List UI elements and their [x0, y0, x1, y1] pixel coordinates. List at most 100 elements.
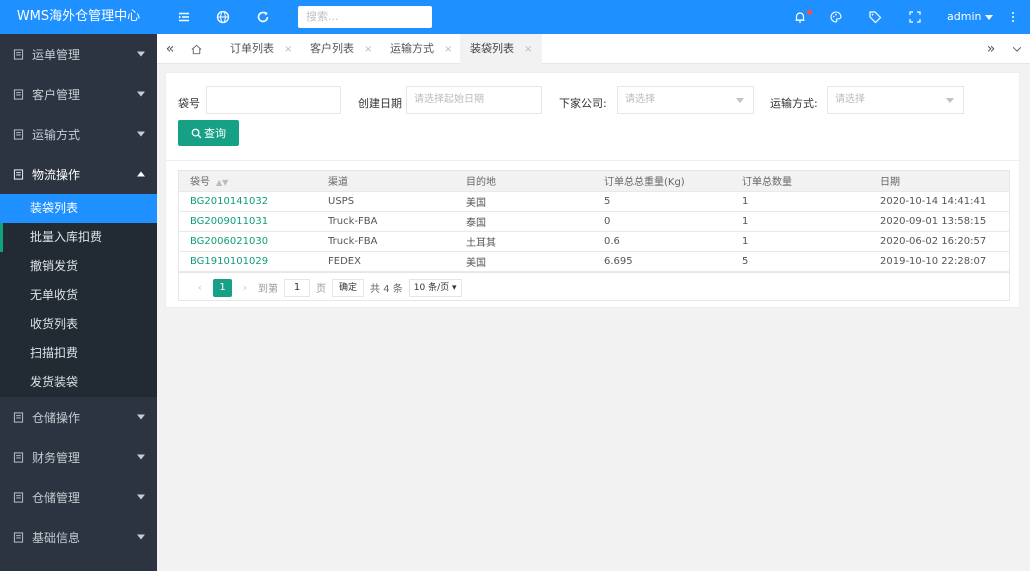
sidebar-group-basic-info[interactable]: 基础信息	[0, 517, 157, 557]
sidebar-item-batch-inbound[interactable]: 批量入库扣费	[0, 223, 157, 252]
user-menu[interactable]: admin	[947, 0, 994, 34]
caret-down-icon	[985, 14, 994, 20]
sidebar-group-label: 物流操作	[32, 167, 81, 182]
sidebar-group-customer[interactable]: 客户管理	[0, 74, 157, 114]
cell-destination: 美国	[455, 251, 593, 272]
tab-order-list[interactable]: 订单列表 ×	[220, 34, 302, 64]
transport-select[interactable]: 请选择	[827, 86, 964, 114]
document-icon	[12, 168, 24, 180]
sidebar-group-logistics[interactable]: 物流操作	[0, 154, 157, 194]
column-header-date: 日期	[869, 171, 1009, 192]
goto-label: 到第	[258, 284, 278, 295]
refresh-icon[interactable]	[254, 8, 272, 26]
sidebar-group-label: 仓储管理	[32, 490, 81, 505]
chevron-up-icon	[137, 171, 145, 177]
tabs-bar: « 订单列表 × 客户列表 × 运输方式 × 装袋列表 × »	[157, 34, 1030, 64]
company-select[interactable]: 请选择	[617, 86, 754, 114]
chevron-down-icon	[137, 534, 145, 540]
cell-channel: Truck-FBA	[317, 231, 455, 252]
tab-label: 客户列表	[310, 42, 354, 55]
created-date-label: 创建日期	[358, 97, 402, 110]
cell-quantity: 1	[731, 191, 869, 212]
next-page-icon[interactable]: ›	[238, 281, 252, 294]
cell-channel: USPS	[317, 191, 455, 212]
page-size-value: 10 条/页	[413, 282, 450, 293]
chevron-down-icon	[137, 131, 145, 137]
company-label: 下家公司:	[559, 97, 607, 110]
sidebar-group-finance[interactable]: 财务管理	[0, 437, 157, 477]
sidebar-group-waybill[interactable]: 运单管理	[0, 34, 157, 74]
caret-down-icon	[736, 98, 744, 103]
sidebar-item-bag-list[interactable]: 装袋列表	[0, 194, 157, 223]
tabs-dropdown-icon[interactable]	[1004, 34, 1030, 64]
sidebar-group-warehouse-ops[interactable]: 仓储操作	[0, 397, 157, 437]
page-size-select[interactable]: 10 条/页 ▾	[408, 278, 462, 297]
menu-icon[interactable]	[175, 8, 193, 26]
tab-customer-list[interactable]: 客户列表 ×	[300, 34, 382, 64]
cell-quantity: 1	[731, 231, 869, 252]
home-icon[interactable]	[183, 34, 209, 64]
cell-destination: 泰国	[455, 211, 593, 232]
cell-channel: FEDEX	[317, 251, 455, 272]
sidebar-item-receipt-list[interactable]: 收货列表	[0, 310, 157, 339]
sidebar-group-warehouse-mgmt[interactable]: 仓储管理	[0, 477, 157, 517]
column-header-channel: 渠道	[317, 171, 455, 192]
close-icon[interactable]: ×	[364, 44, 372, 55]
main-card: 袋号 创建日期 请选择起始日期 下家公司: 请选择 运输方式: 请选择 查询 袋…	[165, 72, 1020, 308]
transport-select-value: 请选择	[835, 94, 865, 105]
close-icon[interactable]: ×	[524, 44, 532, 55]
bag-no-link[interactable]: BG2006021030	[179, 231, 317, 252]
cell-date: 2019-10-10 22:28:07	[869, 251, 1009, 272]
query-button[interactable]: 查询	[178, 120, 239, 146]
bag-no-link[interactable]: BG1910101029	[179, 251, 317, 272]
sidebar-submenu: 装袋列表 批量入库扣费 撤销发货 无单收货 收货列表 扫描扣费 发货装袋	[0, 194, 157, 397]
close-icon[interactable]: ×	[444, 44, 452, 55]
globe-icon[interactable]	[214, 8, 232, 26]
top-bar: admin	[157, 0, 1030, 34]
fullscreen-icon[interactable]	[906, 8, 924, 26]
page-number-current[interactable]: 1	[213, 278, 232, 297]
tab-label: 运输方式	[390, 42, 434, 55]
sidebar-group-label: 运单管理	[32, 47, 81, 62]
cell-channel: Truck-FBA	[317, 211, 455, 232]
goto-confirm-button[interactable]: 确定	[332, 278, 365, 297]
close-icon[interactable]: ×	[284, 44, 292, 55]
sidebar-group-label: 基础信息	[32, 530, 81, 545]
chevron-down-icon	[137, 494, 145, 500]
more-icon[interactable]	[1004, 8, 1022, 26]
bag-no-link[interactable]: BG2010141032	[179, 191, 317, 212]
document-icon	[12, 88, 24, 100]
sidebar-group-label: 仓储操作	[32, 410, 81, 425]
table-row: BG1910101029 FEDEX 美国 6.695 5 2019-10-10…	[179, 251, 1009, 272]
sidebar-item-cancel-shipment[interactable]: 撤销发货	[0, 252, 157, 281]
tabs-scroll-right-icon[interactable]: »	[978, 34, 1004, 64]
goto-page-input[interactable]	[284, 278, 310, 297]
tabs-scroll-left-icon[interactable]: «	[157, 34, 183, 64]
sidebar-group-label: 运输方式	[32, 127, 81, 142]
palette-icon[interactable]	[827, 8, 845, 26]
tab-bag-list[interactable]: 装袋列表 ×	[460, 34, 543, 64]
divider	[166, 160, 1019, 161]
created-date-input[interactable]: 请选择起始日期	[406, 86, 542, 114]
sidebar-item-ship-bagging[interactable]: 发货装袋	[0, 368, 157, 397]
bag-no-link[interactable]: BG2009011031	[179, 211, 317, 232]
table-row: BG2009011031 Truck-FBA 泰国 0 1 2020-09-01…	[179, 211, 1009, 232]
cell-quantity: 5	[731, 251, 869, 272]
cell-date: 2020-06-02 16:20:57	[869, 231, 1009, 252]
tag-icon[interactable]	[866, 8, 884, 26]
bag-no-input[interactable]	[206, 86, 341, 114]
sidebar-item-scan-charge[interactable]: 扫描扣费	[0, 339, 157, 368]
chevron-down-icon	[137, 414, 145, 420]
cell-quantity: 1	[731, 211, 869, 232]
document-icon	[12, 128, 24, 140]
table-row: BG2010141032 USPS 美国 5 1 2020-10-14 14:4…	[179, 191, 1009, 212]
sidebar-group-transport[interactable]: 运输方式	[0, 114, 157, 154]
prev-page-icon[interactable]: ‹	[193, 281, 207, 294]
sidebar-item-receive-no-order[interactable]: 无单收货	[0, 281, 157, 310]
tab-transport[interactable]: 运输方式 ×	[380, 34, 462, 64]
column-header-bag-no[interactable]: 袋号 ▲▼	[179, 171, 317, 192]
search-input[interactable]	[298, 6, 432, 28]
sort-icon[interactable]: ▲▼	[216, 178, 228, 187]
cell-weight: 0	[593, 211, 731, 232]
bag-no-label: 袋号	[178, 97, 200, 110]
